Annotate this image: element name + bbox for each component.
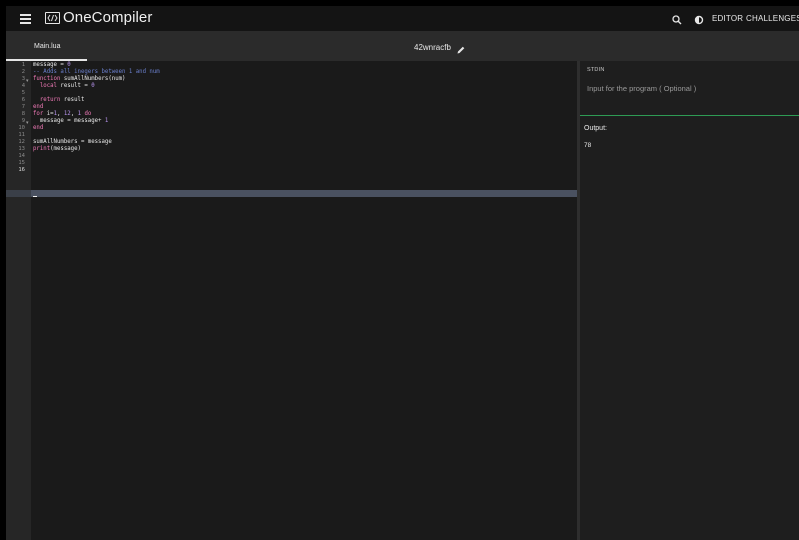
line-number: 6 [21, 97, 25, 103]
line-number: 4 [21, 83, 25, 89]
logo-icon [45, 12, 60, 24]
stdin-input[interactable] [587, 81, 792, 95]
stdin-underline [580, 115, 799, 116]
line-number: 10 [18, 125, 25, 131]
code-line: sumAllNumbers = message [33, 139, 112, 145]
line-number: 12 [18, 139, 25, 145]
output-label: Output: [584, 125, 607, 132]
active-line-highlight [6, 190, 577, 197]
app-window: OneCompiler EDITOR CHALLENGES Main.lua 4… [6, 6, 799, 540]
code-line: -- Adds all inegers between 1 and num [33, 69, 160, 75]
app-bar: OneCompiler EDITOR CHALLENGES [6, 6, 799, 31]
line-number: 2 [21, 69, 25, 75]
code-line: return result [39, 97, 85, 103]
code-line: print(message) [33, 146, 81, 152]
line-number: 3 [21, 76, 25, 82]
logo-text[interactable]: OneCompiler [63, 9, 152, 26]
line-number: 9 [21, 118, 25, 124]
stdin-label: STDIN [587, 67, 605, 73]
io-panel: STDIN Output: 78 [580, 61, 799, 540]
text-cursor [33, 196, 37, 197]
line-number: 16 [18, 167, 25, 173]
code-line: message = message+ 1 [33, 118, 109, 124]
line-number: 11 [18, 132, 25, 138]
code-line: local result = 0 [39, 83, 95, 89]
tab-label: Main.lua [34, 43, 61, 50]
line-number: 13 [18, 146, 25, 152]
tab-main-lua[interactable]: Main.lua [6, 31, 87, 61]
code-line: end [33, 125, 44, 131]
line-number: 14 [18, 153, 25, 159]
fold-arrow-icon[interactable]: ▾ [26, 78, 29, 85]
line-number: 5 [21, 90, 25, 96]
code-line: function sumAllNumbers(num) [33, 76, 126, 82]
line-number: 15 [18, 160, 25, 166]
code-editor[interactable]: 1 2 3 4 5 6 7 8 9 10 11 12 13 14 15 16 ▾ ▾ message = 0 … [6, 61, 577, 540]
file-name[interactable]: 42wnracfb [414, 43, 451, 52]
theme-toggle-icon[interactable] [693, 13, 705, 25]
editor-toolbar: Main.lua 42wnracfb [6, 31, 799, 61]
output-text: 78 [584, 142, 592, 149]
code-line: end [33, 104, 44, 110]
line-number: 1 [21, 62, 25, 68]
active-line-gutter [6, 190, 31, 197]
menu-icon[interactable] [19, 12, 33, 26]
nav-editor-link[interactable]: EDITOR [712, 14, 743, 23]
fold-arrow-icon[interactable]: ▾ [26, 120, 29, 127]
code-line: message = 0 [33, 62, 71, 68]
search-icon[interactable] [671, 13, 683, 25]
nav-challenges-link[interactable]: CHALLENGES [746, 14, 799, 23]
pencil-icon[interactable] [456, 42, 466, 54]
code-line: for i=1, 12, 1 do [33, 111, 92, 117]
line-number: 7 [21, 104, 25, 110]
line-number: 8 [21, 111, 25, 117]
